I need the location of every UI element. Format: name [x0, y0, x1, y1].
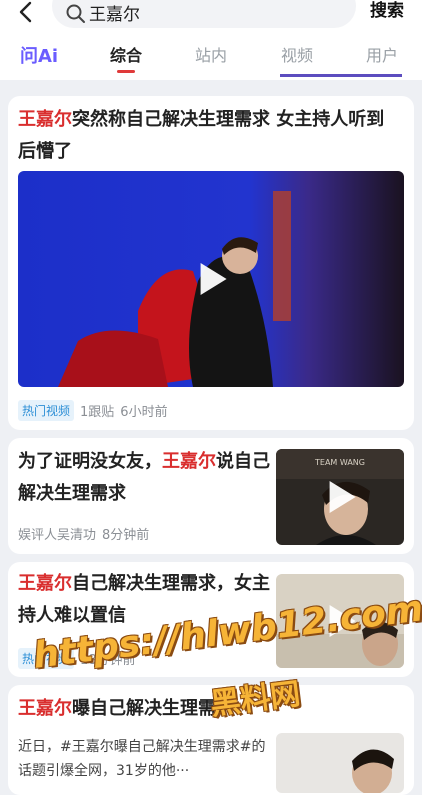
- result-card[interactable]: 王嘉尔突然称自己解决生理需求 女主持人听到后懵了 热门视频 1跟贴 6小时前: [8, 96, 414, 430]
- tab-site[interactable]: 站内: [195, 42, 227, 66]
- thumb-text: TEAM WANG: [314, 458, 365, 467]
- search-button[interactable]: 搜索: [370, 0, 404, 21]
- result-title[interactable]: 为了证明没女友，王嘉尔说自己解决生理需求: [18, 446, 272, 510]
- play-icon: [329, 605, 356, 637]
- hot-video-badge: 热门视频: [18, 648, 75, 669]
- title-prefix: 为了证明没女友，: [18, 451, 162, 472]
- result-title[interactable]: 王嘉尔自己解决生理需求，女主持人难以置信: [18, 568, 272, 632]
- result-meta: 热门视频 1跟贴 6小时前: [18, 400, 168, 421]
- timestamp: 6小时前: [120, 405, 168, 420]
- thumbnail-image: [276, 733, 404, 793]
- thumbnail[interactable]: [276, 733, 404, 793]
- top-bar: 王嘉尔 搜索: [0, 0, 422, 30]
- timestamp: 8分钟前: [102, 528, 150, 543]
- result-title[interactable]: 王嘉尔突然称自己解决生理需求 女主持人听到后懵了: [18, 104, 400, 168]
- tab-video[interactable]: 视频: [281, 42, 313, 66]
- result-card[interactable]: 王嘉尔自己解决生理需求，女主持人难以置信 热门视频 18分钟前: [8, 562, 414, 677]
- search-icon: [66, 4, 85, 23]
- title-highlight: 王嘉尔: [18, 698, 72, 719]
- hot-video-badge: 热门视频: [18, 400, 75, 421]
- result-card[interactable]: 王嘉尔曝自己解决生理需求 近日，#王嘉尔曝自己解决生理需求#的话题引爆全网，31…: [8, 685, 414, 795]
- title-highlight: 王嘉尔: [18, 573, 72, 594]
- source-name: 娱评人吴清功: [18, 528, 97, 543]
- chevron-left-icon: [19, 1, 32, 23]
- tab-bar: 问Ai 综合 站内 视频 用户: [0, 30, 422, 80]
- tab-user[interactable]: 用户: [366, 42, 398, 66]
- active-tab-indicator: [117, 70, 135, 73]
- ask-ai-tab[interactable]: 问Ai: [20, 42, 58, 68]
- search-input[interactable]: 王嘉尔: [52, 0, 356, 28]
- video-thumbnail[interactable]: TEAM WANG: [276, 449, 404, 545]
- title-highlight: 王嘉尔: [162, 451, 216, 472]
- play-icon: [200, 263, 227, 295]
- video-thumbnail[interactable]: [276, 574, 404, 668]
- video-thumbnail[interactable]: [18, 171, 404, 387]
- result-meta: 热门视频 18分钟前: [18, 648, 136, 669]
- search-query: 王嘉尔: [89, 5, 140, 25]
- result-meta: 娱评人吴清功 8分钟前: [18, 524, 149, 543]
- comment-count: 1跟贴: [80, 405, 115, 420]
- tab-scroll-indicator: [280, 74, 402, 77]
- result-card[interactable]: 为了证明没女友，王嘉尔说自己解决生理需求 娱评人吴清功 8分钟前 TEAM WA…: [8, 438, 414, 554]
- title-text: 突然称自己解决生理需求 女主持人听到后懵了: [18, 109, 385, 162]
- title-text: 曝自己解决生理需求: [72, 698, 234, 719]
- timestamp: 18分钟前: [80, 653, 136, 668]
- title-highlight: 王嘉尔: [18, 109, 72, 130]
- result-title[interactable]: 王嘉尔曝自己解决生理需求: [18, 693, 400, 725]
- tab-comprehensive[interactable]: 综合: [110, 42, 142, 66]
- result-snippet: 近日，#王嘉尔曝自己解决生理需求#的话题引爆全网，31岁的他···: [18, 739, 266, 779]
- play-icon: [329, 481, 356, 513]
- back-button[interactable]: [14, 0, 38, 24]
